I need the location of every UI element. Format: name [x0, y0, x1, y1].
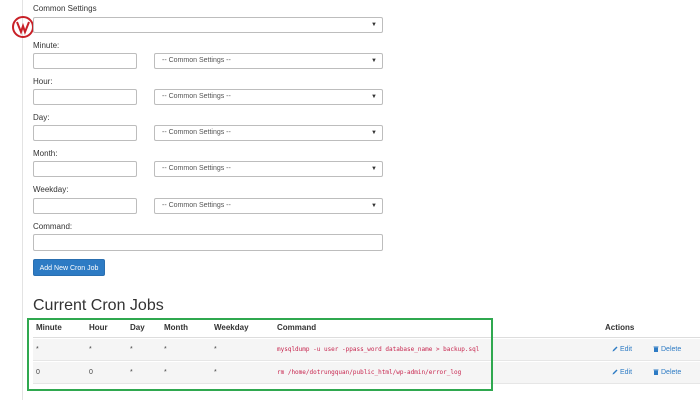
hour-label: Hour:	[33, 77, 53, 86]
pencil-icon	[612, 369, 618, 375]
pencil-icon	[612, 346, 618, 352]
trash-icon	[653, 346, 659, 353]
highlight-frame	[27, 318, 493, 391]
month-label: Month:	[33, 149, 58, 158]
hour-select-value: -- Common Settings --	[162, 93, 231, 100]
weekday-label: Weekday:	[33, 185, 69, 194]
dropdown-arrow-icon: ▼	[371, 94, 377, 100]
command-input[interactable]	[33, 234, 383, 251]
dropdown-arrow-icon: ▼	[371, 58, 377, 64]
minute-label: Minute:	[33, 41, 60, 50]
dropdown-arrow-icon: ▼	[371, 130, 377, 136]
dropdown-arrow-icon: ▼	[371, 22, 377, 28]
col-actions: Actions	[605, 323, 635, 332]
day-common-select[interactable]: -- Common Settings -- ▼	[154, 125, 383, 141]
trash-icon	[653, 369, 659, 376]
delete-link[interactable]: Delete	[653, 339, 681, 360]
month-common-select[interactable]: -- Common Settings -- ▼	[154, 161, 383, 177]
day-select-value: -- Common Settings --	[162, 129, 231, 136]
dropdown-arrow-icon: ▼	[371, 203, 377, 209]
section-title: Current Cron Jobs	[33, 297, 164, 314]
command-label: Command:	[33, 222, 73, 231]
hour-common-select[interactable]: -- Common Settings -- ▼	[154, 89, 383, 105]
weekday-input[interactable]	[33, 198, 137, 214]
minute-select-value: -- Common Settings --	[162, 57, 231, 64]
common-settings-select[interactable]: ▼	[33, 17, 383, 33]
common-settings-label: Common Settings	[33, 4, 97, 13]
month-input[interactable]	[33, 161, 137, 177]
dropdown-arrow-icon: ▼	[371, 166, 377, 172]
month-select-value: -- Common Settings --	[162, 165, 231, 172]
hour-input[interactable]	[33, 89, 137, 105]
vm-logo-icon	[12, 16, 34, 38]
day-input[interactable]	[33, 125, 137, 141]
weekday-common-select[interactable]: -- Common Settings -- ▼	[154, 198, 383, 214]
weekday-select-value: -- Common Settings --	[162, 202, 231, 209]
day-label: Day:	[33, 113, 50, 122]
left-rail	[22, 0, 23, 400]
edit-link[interactable]: Edit	[612, 362, 632, 383]
edit-link[interactable]: Edit	[612, 339, 632, 360]
minute-input[interactable]	[33, 53, 137, 69]
add-cron-job-button[interactable]: Add New Cron Job	[33, 259, 105, 276]
delete-link[interactable]: Delete	[653, 362, 681, 383]
minute-common-select[interactable]: -- Common Settings -- ▼	[154, 53, 383, 69]
